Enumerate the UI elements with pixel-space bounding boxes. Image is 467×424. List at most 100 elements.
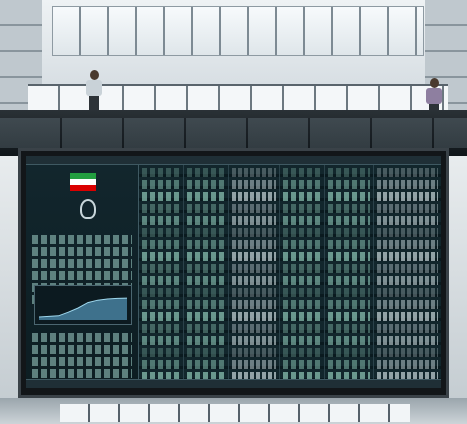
ticker-cell bbox=[377, 228, 438, 237]
upper-windows bbox=[52, 6, 424, 56]
ticker-cell bbox=[142, 360, 180, 369]
ticker-cell bbox=[377, 288, 438, 297]
ticker-cell bbox=[187, 300, 225, 309]
ticker-cell bbox=[377, 312, 438, 321]
ticker-cell bbox=[142, 252, 180, 261]
ticker-cell bbox=[377, 336, 438, 345]
ticker-cell bbox=[328, 192, 370, 201]
ticker-cell bbox=[377, 300, 438, 309]
ticker-cell bbox=[377, 276, 438, 285]
ticker-cell bbox=[283, 324, 321, 333]
ticker-cell bbox=[142, 276, 180, 285]
ticker-cell bbox=[232, 204, 276, 213]
ticker-cell bbox=[187, 312, 225, 321]
ticker-cell bbox=[328, 360, 370, 369]
index-chart bbox=[34, 285, 132, 325]
ticker-cell bbox=[232, 264, 276, 273]
ticker-cell bbox=[142, 216, 180, 225]
ticker-cell bbox=[187, 276, 225, 285]
ticker-cell bbox=[328, 240, 370, 249]
ticker-cell bbox=[187, 216, 225, 225]
ticker-cell bbox=[283, 216, 321, 225]
ticker-cell bbox=[328, 336, 370, 345]
ticker-columns bbox=[139, 165, 441, 388]
ticker-cell bbox=[283, 360, 321, 369]
ticker-cell bbox=[232, 348, 276, 357]
ticker-cell bbox=[283, 240, 321, 249]
ticker-cell bbox=[142, 180, 180, 189]
ticker-cell bbox=[142, 348, 180, 357]
index-chart-svg bbox=[38, 297, 128, 320]
ticker-cell bbox=[142, 240, 180, 249]
ticker-cell bbox=[283, 252, 321, 261]
ticker-cell bbox=[232, 336, 276, 345]
ticker-cell bbox=[142, 300, 180, 309]
ticker-cell bbox=[283, 348, 321, 357]
ticker-cell bbox=[232, 300, 276, 309]
ticker-cell bbox=[142, 264, 180, 273]
ticker-cell bbox=[232, 312, 276, 321]
ticker-cell bbox=[328, 204, 370, 213]
ticker-cell bbox=[187, 240, 225, 249]
ticker-column bbox=[374, 165, 441, 388]
ticker-column bbox=[229, 165, 280, 388]
ticker-cell bbox=[232, 168, 276, 177]
ticker-cell bbox=[328, 252, 370, 261]
ticker-cell bbox=[232, 240, 276, 249]
ticker-cell bbox=[232, 180, 276, 189]
ticker-cell bbox=[187, 168, 225, 177]
ticker-cell bbox=[142, 288, 180, 297]
ticker-cell bbox=[377, 264, 438, 273]
stock-exchange-scene bbox=[0, 0, 467, 424]
ticker-cell bbox=[377, 204, 438, 213]
ticker-cell bbox=[283, 300, 321, 309]
ticker-cell bbox=[232, 216, 276, 225]
ticker-cell bbox=[283, 168, 321, 177]
ticker-cell bbox=[283, 288, 321, 297]
ticker-cell bbox=[283, 312, 321, 321]
ticker-cell bbox=[328, 228, 370, 237]
ticker-cell bbox=[377, 168, 438, 177]
ticker-cell bbox=[232, 276, 276, 285]
board-footer bbox=[26, 379, 441, 388]
index-chart-area bbox=[39, 298, 127, 320]
ticker-cell bbox=[187, 336, 225, 345]
ticker-cell bbox=[232, 192, 276, 201]
ticker-cell bbox=[232, 360, 276, 369]
ticker-cell bbox=[142, 192, 180, 201]
exchange-emblem-icon bbox=[80, 199, 96, 219]
lower-floor-windows bbox=[60, 404, 410, 422]
board-header bbox=[26, 156, 441, 165]
ticker-cell bbox=[328, 288, 370, 297]
ticker-cell bbox=[232, 252, 276, 261]
ticker-cell bbox=[187, 228, 225, 237]
ticker-cell bbox=[187, 264, 225, 273]
ticker-cell bbox=[283, 276, 321, 285]
ticker-column bbox=[325, 165, 374, 388]
ticker-cell bbox=[377, 192, 438, 201]
ticker-cell bbox=[187, 252, 225, 261]
ticker-cell bbox=[232, 324, 276, 333]
ticker-cell bbox=[187, 180, 225, 189]
ticker-cell bbox=[187, 360, 225, 369]
index-lower-rows bbox=[32, 333, 132, 381]
ticker-cell bbox=[187, 324, 225, 333]
ticker-cell bbox=[142, 168, 180, 177]
ticker-cell bbox=[187, 288, 225, 297]
ticker-cell bbox=[283, 264, 321, 273]
ticker-cell bbox=[187, 192, 225, 201]
ticker-cell bbox=[142, 336, 180, 345]
stock-ticker-board bbox=[26, 156, 441, 388]
ticker-cell bbox=[142, 228, 180, 237]
ticker-cell bbox=[283, 180, 321, 189]
ticker-cell bbox=[377, 252, 438, 261]
ticker-cell bbox=[328, 180, 370, 189]
ticker-cell bbox=[328, 300, 370, 309]
ticker-column bbox=[184, 165, 229, 388]
ticker-cell bbox=[377, 360, 438, 369]
ticker-cell bbox=[377, 216, 438, 225]
ticker-cell bbox=[328, 324, 370, 333]
ticker-cell bbox=[142, 324, 180, 333]
ticker-cell bbox=[283, 228, 321, 237]
ticker-cell bbox=[377, 240, 438, 249]
